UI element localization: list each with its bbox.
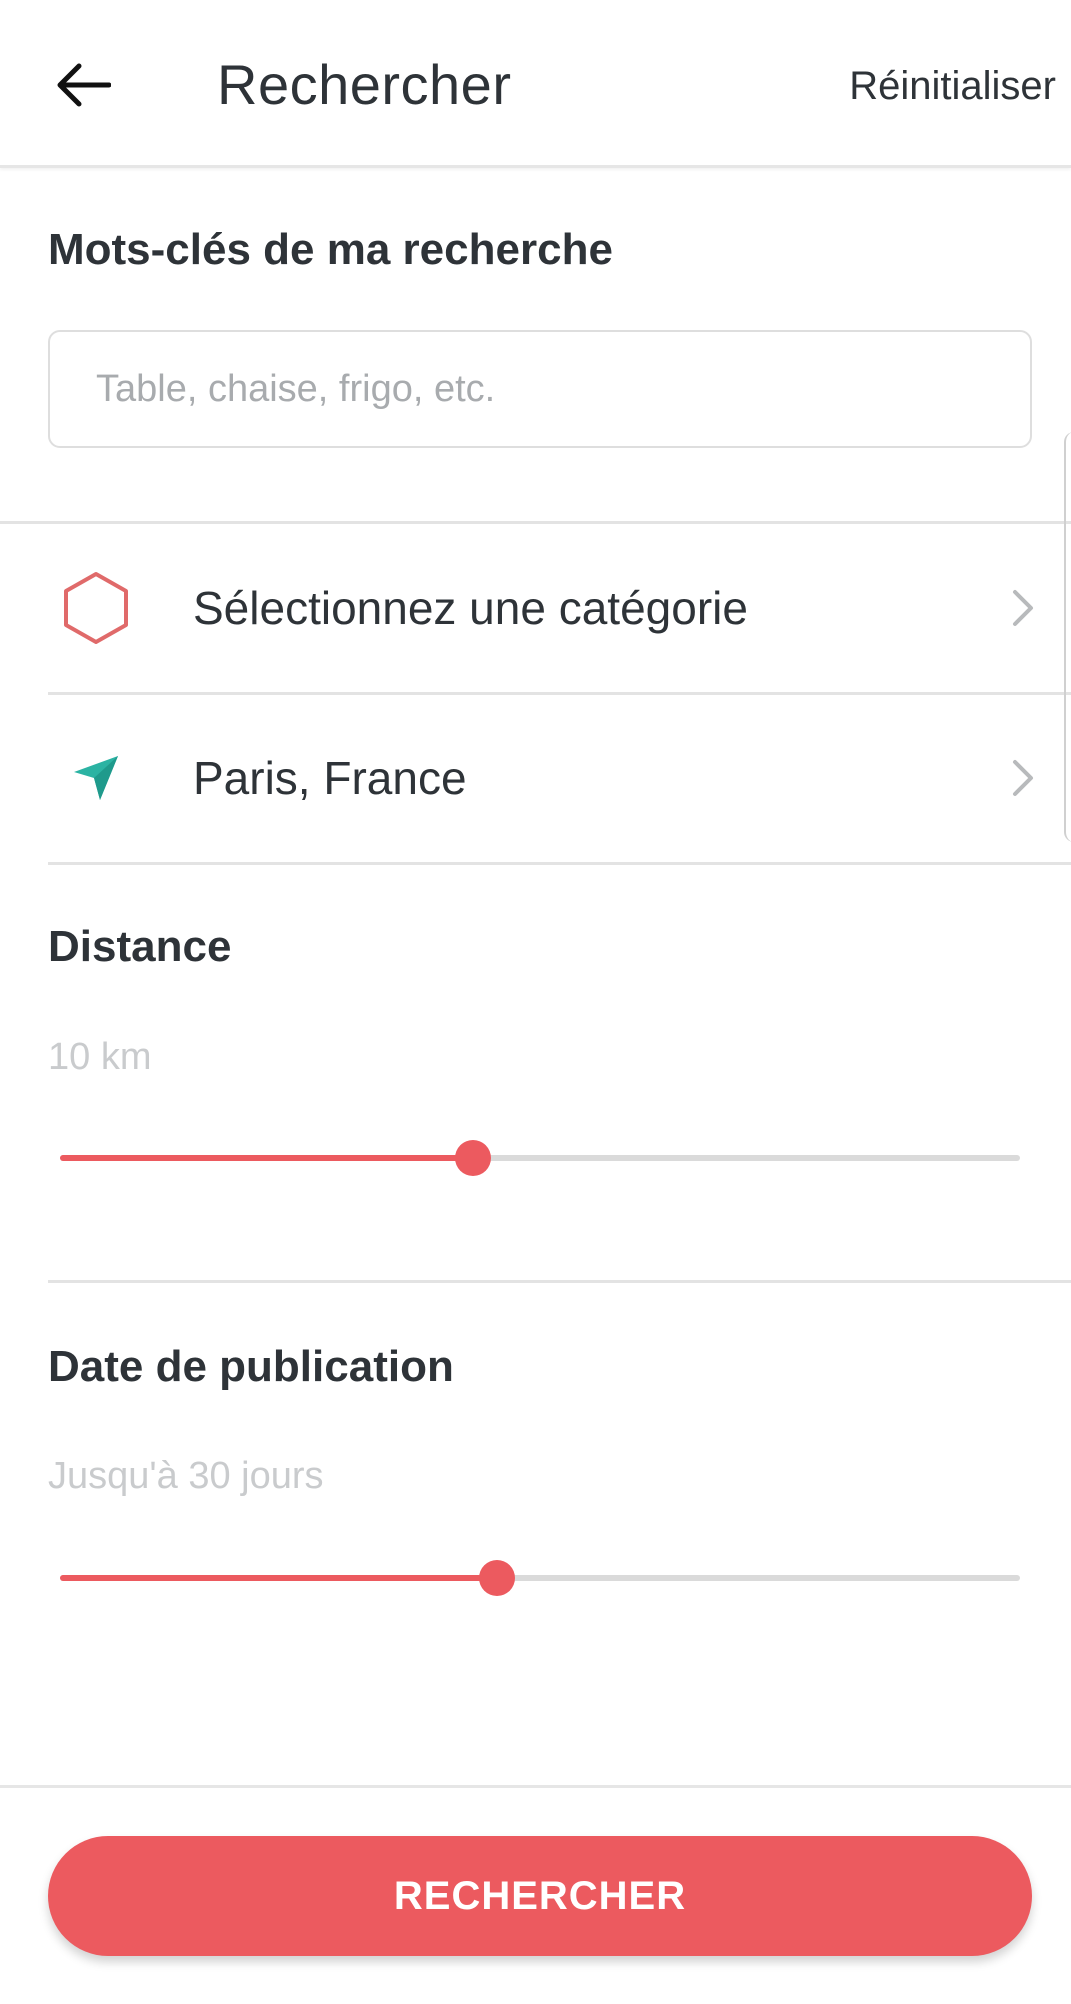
section-divider xyxy=(48,1280,1071,1283)
distance-slider[interactable] xyxy=(60,1138,1020,1178)
navigation-arrow-icon xyxy=(58,740,134,816)
slider-fill xyxy=(60,1575,497,1581)
slider-thumb[interactable] xyxy=(478,1560,515,1596)
chevron-right-icon xyxy=(1009,586,1037,630)
slider-thumb[interactable] xyxy=(454,1140,491,1176)
slider-fill xyxy=(60,1155,473,1161)
location-selector-row[interactable]: Paris, France xyxy=(48,694,1071,862)
publication-date-section-title: Date de publication xyxy=(48,1342,454,1391)
app-header: Rechercher Réinitialiser xyxy=(0,0,1071,168)
distance-value: 10 km xyxy=(48,1036,152,1078)
hexagon-icon xyxy=(58,570,134,646)
keywords-search-input[interactable] xyxy=(48,330,1032,448)
distance-section-title: Distance xyxy=(48,922,232,971)
scroll-edge xyxy=(1064,432,1071,842)
search-screen: Rechercher Réinitialiser Mots-clés de ma… xyxy=(0,0,1071,2004)
reset-button[interactable]: Réinitialiser xyxy=(849,64,1056,109)
search-button[interactable]: RECHERCHER xyxy=(48,1836,1032,1956)
page-title: Rechercher xyxy=(217,53,512,116)
row-divider xyxy=(48,862,1071,865)
category-selector-row[interactable]: Sélectionnez une catégorie xyxy=(48,524,1071,692)
publication-date-slider[interactable] xyxy=(60,1558,1020,1598)
category-label: Sélectionnez une catégorie xyxy=(193,582,748,634)
keywords-section-title: Mots-clés de ma recherche xyxy=(48,225,613,274)
location-label: Paris, France xyxy=(193,752,467,804)
back-button[interactable] xyxy=(48,50,118,120)
arrow-left-icon xyxy=(57,63,111,107)
publication-date-value: Jusqu'à 30 jours xyxy=(48,1455,324,1497)
chevron-right-icon xyxy=(1009,756,1037,800)
